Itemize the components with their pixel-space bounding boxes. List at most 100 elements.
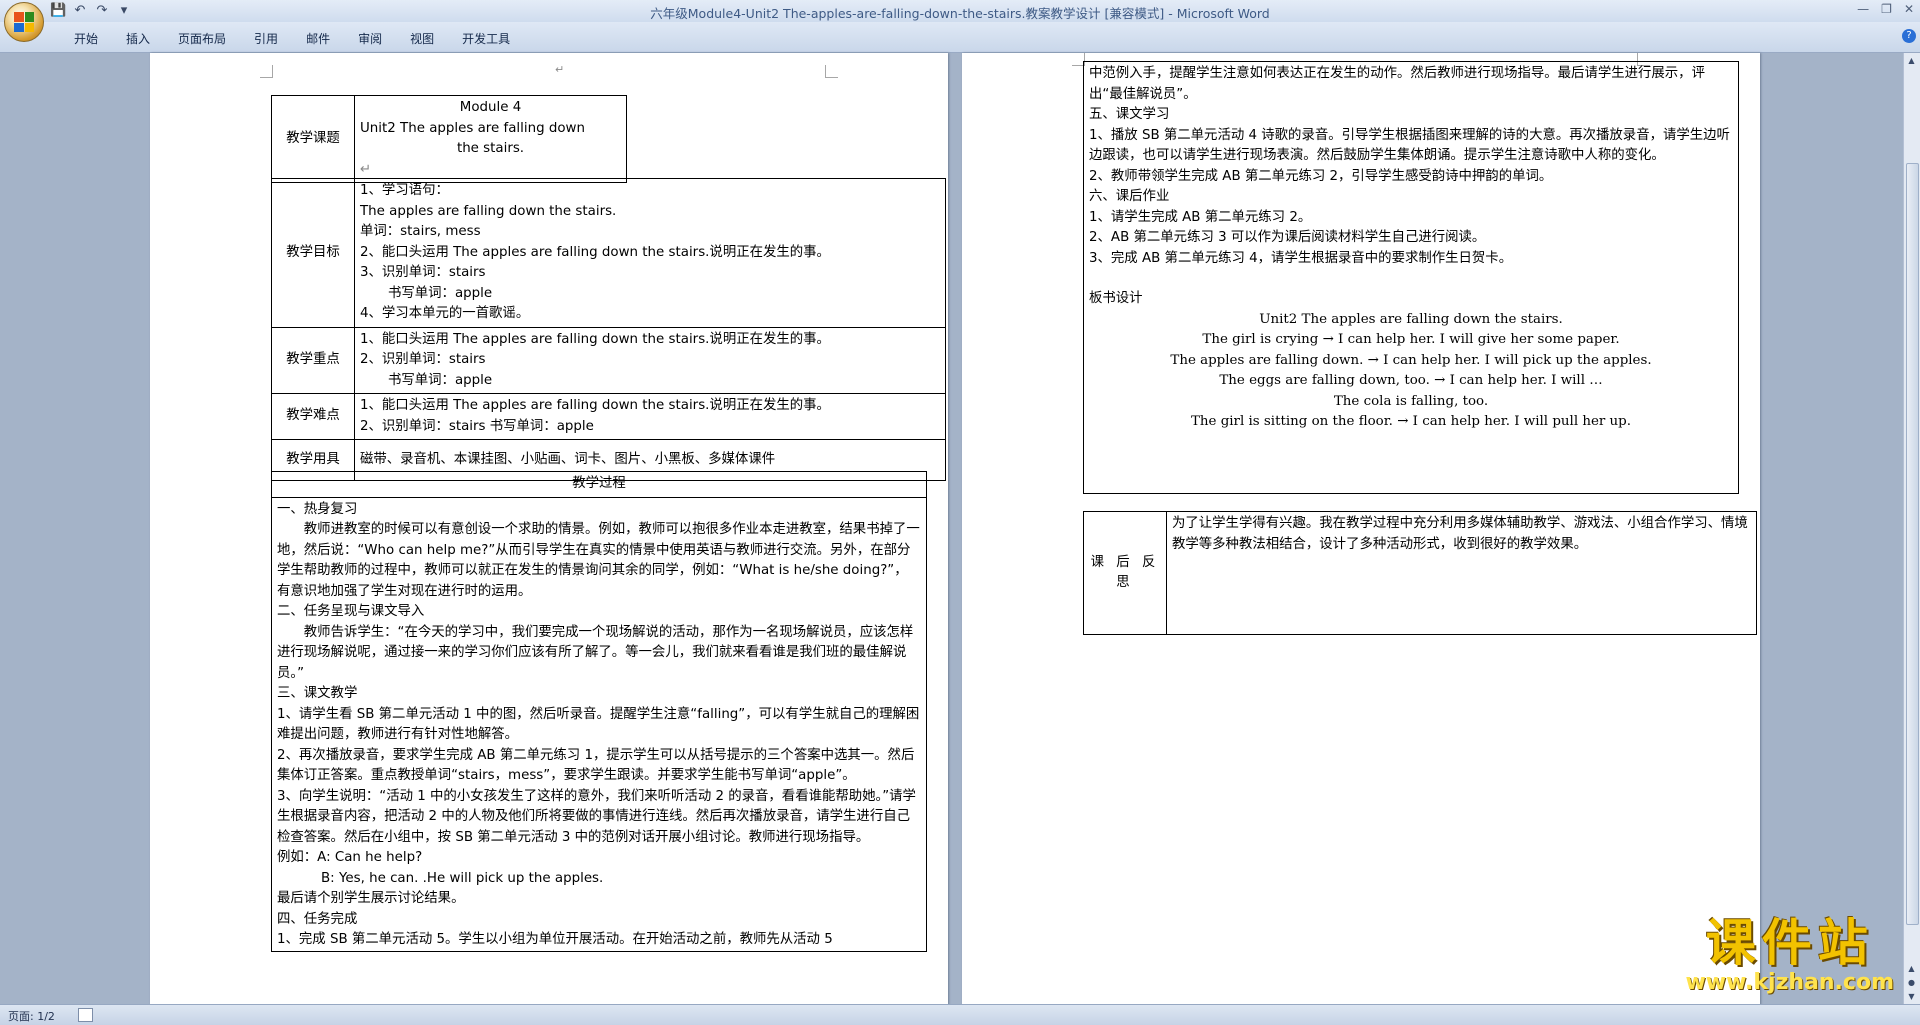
page-count[interactable]: 页面: 1/2 (8, 1008, 55, 1024)
key-label: 教学重点 (271, 326, 355, 394)
process-paragraph: 1、完成 SB 第二单元活动 5。学生以小组为单位开展活动。在开始活动之前，教师… (277, 932, 833, 947)
goal-line: 3、识别单词：stairs (360, 265, 486, 280)
goals-cell[interactable]: 1、学习语句： The apples are falling down the … (354, 178, 946, 328)
select-browse-object-icon[interactable]: ● (1906, 977, 1917, 989)
tab-developer[interactable]: 开发工具 (448, 30, 524, 47)
status-bar: 页面: 1/2 (0, 1004, 1920, 1025)
board-label: 板书设计 (1089, 291, 1143, 306)
continuation-cell[interactable]: 中范例入手，提醒学生注意如何表达正在发生的动作。然后教师进行现场指导。最后请学生… (1083, 61, 1739, 494)
title-bar: 💾 ↶ ↷ ▾ 六年级Module4-Unit2 The-apples-are-… (0, 0, 1920, 22)
tab-home[interactable]: 开始 (60, 30, 112, 47)
goal-line: 书写单词：apple (388, 285, 493, 301)
topic-line: the stairs. (456, 141, 525, 156)
section-heading: 一、热身复习 (277, 501, 358, 517)
goal-line: 4、学习本单元的一首歌谣。 (360, 306, 530, 321)
process-label: 教学过程 (271, 471, 927, 498)
key-line: 1、能口头运用 The apples are falling down the … (360, 331, 830, 347)
goals-label: 教学目标 (271, 178, 355, 328)
vertical-scrollbar[interactable]: ▲ ▲ ● ▼ (1903, 53, 1920, 1005)
objectives-table: 教学目标 1、学习语句： The apples are falling down… (271, 178, 946, 481)
topic-line: Unit2 The apples are falling down (360, 120, 585, 136)
section-heading: 四、任务完成 (277, 911, 358, 927)
window-title: 六年级Module4-Unit2 The-apples-are-falling-… (650, 6, 1270, 21)
ribbon: 开始 插入 页面布局 引用 邮件 审阅 视图 开发工具 ? (0, 22, 1920, 53)
process-paragraph: 2、再次播放录音，要求学生完成 AB 第二单元练习 1，提示学生可以从括号提示的… (277, 747, 915, 784)
watermark-logo-text: 课件站 (1705, 914, 1874, 972)
process-paragraph: 教师告诉学生：“在今天的学习中，我们要完成一个现场解说的活动，那作为一名现场解说… (277, 624, 914, 681)
tab-review[interactable]: 审阅 (344, 30, 396, 47)
board-line: The cola is falling, too. (1333, 393, 1489, 409)
board-line: The apples are falling down. → I can hel… (1170, 352, 1652, 368)
board-line: Unit2 The apples are falling down the st… (1259, 311, 1563, 327)
tab-insert[interactable]: 插入 (112, 30, 164, 47)
watermark: 课件站 www.kjzhan.com (1685, 916, 1894, 995)
difficulty-line: 1、能口头运用 The apples are falling down the … (360, 398, 830, 413)
process-paragraph: 3、完成 AB 第二单元练习 4，请学生根据录音中的要求制作生日贺卡。 (1089, 250, 1513, 266)
goal-line: 单词：stairs, mess (360, 224, 481, 239)
key-line: 2、识别单词：stairs (360, 352, 486, 367)
section-heading: 三、课文教学 (277, 686, 358, 701)
process-paragraph: 2、AB 第二单元练习 3 可以作为课后阅读材料学生自己进行阅读。 (1089, 230, 1486, 245)
section-heading: 二、任务呈现与课文导入 (277, 604, 425, 619)
office-logo-icon (14, 12, 34, 32)
section-heading: 五、课文学习 (1089, 107, 1170, 122)
restore-icon[interactable]: ❐ (1881, 2, 1892, 16)
board-line: The girl is crying → I can help her. I w… (1202, 332, 1620, 347)
process-paragraph: 1、请学生看 SB 第二单元活动 1 中的图，然后听录音。提醒学生注意“fall… (277, 706, 920, 743)
previous-page-icon[interactable]: ▲ (1906, 963, 1917, 975)
continuation-table: 中范例入手，提醒学生注意如何表达正在发生的动作。然后教师进行现场指导。最后请学生… (1083, 61, 1739, 494)
example-line: B: Yes, he can. .He will pick up the app… (321, 870, 604, 886)
tab-mailings[interactable]: 邮件 (292, 30, 344, 47)
paragraph-mark: ↵ (360, 161, 372, 177)
watermark-url: www.kjzhan.com (1685, 970, 1894, 995)
process-table: 教学过程 一、热身复习 教师进教室的时候可以有意创设一个求助的情景。例如，教师可… (271, 471, 927, 952)
paragraph-mark: ↵ (555, 63, 565, 76)
board-line: The eggs are falling down, too. → I can … (1219, 373, 1603, 388)
example-line: 例如：A: Can he help? (277, 850, 423, 865)
process-paragraph: 中范例入手，提醒学生注意如何表达正在发生的动作。然后教师进行现场指导。最后请学生… (1089, 66, 1705, 102)
topic-label: 教学课题 (271, 95, 355, 183)
window-controls: — ❐ ✕ (1857, 2, 1914, 16)
process-paragraph: 最后请个别学生展示讨论结果。 (277, 891, 465, 906)
scrollbar-thumb[interactable] (1906, 163, 1919, 925)
tab-references[interactable]: 引用 (240, 30, 292, 47)
process-paragraph: 1、请学生完成 AB 第二单元练习 2。 (1089, 209, 1312, 225)
topic-line: Module 4 (459, 100, 522, 115)
tab-page-layout[interactable]: 页面布局 (164, 30, 240, 47)
goal-line: 1、学习语句： (360, 183, 449, 198)
document-page-1[interactable]: ↵ 教学课题 Module 4 Unit2 The apples are fal… (150, 53, 948, 1005)
goal-line: The apples are falling down the stairs. (360, 203, 617, 219)
topic-table: 教学课题 Module 4 Unit2 The apples are falli… (271, 95, 627, 183)
next-page-icon[interactable]: ▼ (1906, 991, 1917, 1003)
crop-mark (260, 65, 273, 78)
office-button[interactable] (4, 2, 44, 42)
help-icon[interactable]: ? (1902, 29, 1916, 43)
minimize-icon[interactable]: — (1857, 2, 1869, 16)
reflection-table: 课 后 反 思 为了让学生学得有兴趣。我在教学过程中充分利用多媒体辅助教学、游戏… (1083, 511, 1757, 635)
board-line: The girl is sitting on the floor. → I ca… (1190, 414, 1632, 429)
process-paragraph: 教师进教室的时候可以有意创设一个求助的情景。例如，教师可以抱很多作业本走进教室，… (277, 522, 920, 599)
process-paragraph: 3、向学生说明：“活动 1 中的小女孩发生了这样的意外，我们来听听活动 2 的录… (277, 788, 916, 845)
topic-cell[interactable]: Module 4 Unit2 The apples are falling do… (354, 95, 627, 183)
board-design: Unit2 The apples are falling down the st… (1089, 310, 1733, 433)
difficulty-cell[interactable]: 1、能口头运用 The apples are falling down the … (354, 393, 946, 440)
process-paragraph: 1、播放 SB 第二单元活动 4 诗歌的录音。引导学生根据插图来理解的诗的大意。… (1089, 127, 1730, 164)
key-cell[interactable]: 1、能口头运用 The apples are falling down the … (354, 326, 946, 394)
tab-view[interactable]: 视图 (396, 30, 448, 47)
scroll-up-icon[interactable]: ▲ (1906, 55, 1917, 67)
crop-mark (825, 65, 838, 78)
process-cell[interactable]: 一、热身复习 教师进教室的时候可以有意创设一个求助的情景。例如，教师可以抱很多作… (271, 496, 927, 952)
reflection-label: 课 后 反 思 (1083, 511, 1167, 635)
difficulty-label: 教学难点 (271, 393, 355, 440)
section-heading: 六、课后作业 (1089, 189, 1170, 204)
key-line: 书写单词：apple (388, 372, 493, 388)
proofing-icon[interactable] (78, 1008, 93, 1022)
goal-line: 2、能口头运用 The apples are falling down the … (360, 244, 830, 260)
document-page-2[interactable]: 中范例入手，提醒学生注意如何表达正在发生的动作。然后教师进行现场指导。最后请学生… (962, 53, 1760, 1005)
difficulty-line: 2、识别单词：stairs 书写单词：apple (360, 418, 594, 434)
ribbon-tabs: 开始 插入 页面布局 引用 邮件 审阅 视图 开发工具 (60, 30, 524, 47)
process-paragraph: 2、教师带领学生完成 AB 第二单元练习 2，引导学生感受韵诗中押韵的单词。 (1089, 168, 1553, 184)
close-icon[interactable]: ✕ (1904, 2, 1914, 16)
reflection-cell[interactable]: 为了让学生学得有兴趣。我在教学过程中充分利用多媒体辅助教学、游戏法、小组合作学习… (1166, 511, 1757, 635)
